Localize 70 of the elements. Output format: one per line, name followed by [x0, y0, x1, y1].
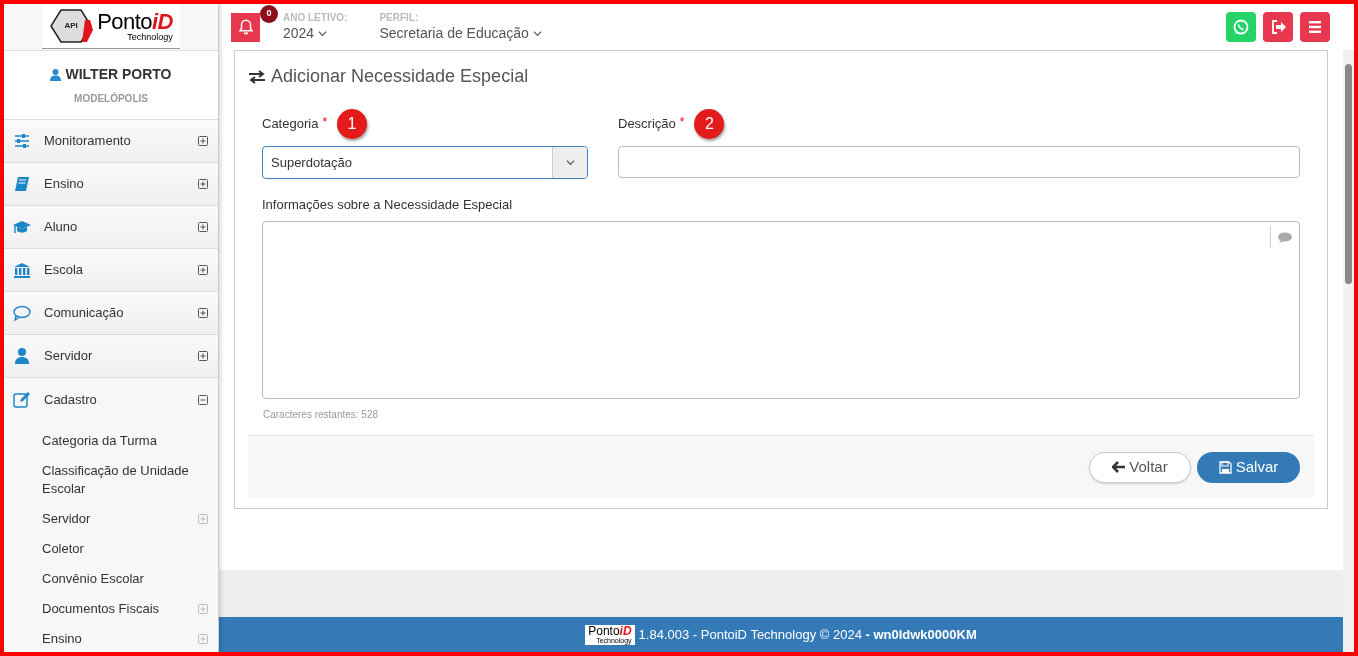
- sidebar-item[interactable]: Monitoramento: [4, 120, 218, 163]
- whatsapp-button[interactable]: [1226, 12, 1256, 42]
- graduation-cap-icon: [12, 218, 32, 236]
- chevron-down-icon: [318, 28, 328, 38]
- required-mark: *: [679, 114, 685, 131]
- logo-accent: iD: [151, 10, 173, 33]
- expand-icon: [198, 222, 208, 232]
- required-mark: *: [322, 114, 328, 131]
- character-counter: Caracteres restantes: 528: [263, 408, 380, 422]
- sidebar-item[interactable]: Aluno: [4, 206, 218, 249]
- sidebar-item[interactable]: Ensino: [4, 163, 218, 206]
- year-label: ANO LETIVO:: [283, 12, 348, 25]
- expand-icon: [198, 351, 208, 361]
- logo-label: API: [64, 20, 78, 32]
- step-marker: 2: [694, 109, 725, 139]
- sidebar-subitem[interactable]: Categoria da Turma: [4, 426, 218, 456]
- field-label: Descrição: [618, 115, 676, 134]
- book-icon: [12, 175, 32, 193]
- save-button[interactable]: Salvar: [1197, 451, 1300, 483]
- chevron-down-icon: [565, 158, 575, 167]
- user-name: WILTER PORTO: [65, 65, 172, 84]
- profile-dropdown[interactable]: Secretaria de Educação: [379, 24, 542, 42]
- category-select[interactable]: Superdotação: [262, 146, 588, 179]
- user-icon: [12, 347, 32, 365]
- notification-count-badge: 0: [260, 4, 278, 23]
- sidebar-item[interactable]: Comunicação: [4, 292, 218, 335]
- expand-icon: [198, 136, 208, 146]
- sidebar-item[interactable]: Servidor: [4, 335, 218, 378]
- expand-icon: [198, 308, 208, 318]
- back-button[interactable]: Voltar: [1089, 451, 1191, 483]
- sidebar-item[interactable]: Cadastro: [4, 378, 218, 421]
- field-label: Informações sobre a Necessidade Especial: [262, 196, 514, 214]
- edit-icon: [12, 390, 32, 409]
- sidebar-subitem[interactable]: Convênio Escolar: [4, 564, 218, 594]
- swap-arrows-icon: [248, 69, 266, 84]
- speech-bubble-icon: [12, 304, 32, 322]
- user-city: MODELÓPOLIS: [74, 91, 148, 106]
- chat-bubble-icon: [1232, 18, 1250, 36]
- sidebar-subitem[interactable]: Documentos Fiscais: [4, 594, 218, 624]
- logo-tagline: Technology: [127, 32, 173, 42]
- logout-button[interactable]: [1263, 12, 1293, 42]
- sidebar-subitem[interactable]: Ensino: [4, 624, 218, 652]
- comment-icon: [1278, 231, 1292, 243]
- description-input[interactable]: [618, 146, 1300, 178]
- sidebar-subitem[interactable]: Coletor: [4, 534, 218, 564]
- step-marker: 1: [337, 109, 368, 139]
- page-title: Adicionar Necessidade Especial: [271, 65, 529, 88]
- sidebar-subitem[interactable]: Classificação de Unidade Escolar: [4, 456, 218, 504]
- profile-label: PERFIL:: [379, 12, 420, 25]
- logo-name: Ponto: [97, 10, 152, 33]
- year-dropdown[interactable]: 2024: [283, 24, 348, 42]
- sliders-icon: [12, 132, 32, 150]
- notification-button[interactable]: [231, 12, 260, 42]
- bell-icon: [236, 18, 255, 36]
- logo-accent: iD: [619, 625, 632, 637]
- bank-building-icon: [12, 261, 32, 279]
- expand-icon: [198, 179, 208, 189]
- collapse-icon: [198, 394, 208, 405]
- user-icon: [50, 68, 62, 81]
- expand-icon: [198, 265, 208, 275]
- sidebar-subitem[interactable]: Servidor: [4, 504, 218, 534]
- field-label: Categoria: [262, 115, 319, 134]
- arrow-left-icon: [1112, 461, 1126, 473]
- logout-icon: [1269, 18, 1287, 36]
- footer-text: 1.84.003 - PontoiD Technology © 2024 - wn0ldwk0000KM: [638, 625, 977, 644]
- menu-icon: [1306, 18, 1324, 36]
- logo-name: Ponto: [588, 625, 620, 637]
- chevron-down-icon: [532, 28, 542, 38]
- menu-button[interactable]: [1300, 12, 1330, 42]
- sidebar-item[interactable]: Escola: [4, 249, 218, 292]
